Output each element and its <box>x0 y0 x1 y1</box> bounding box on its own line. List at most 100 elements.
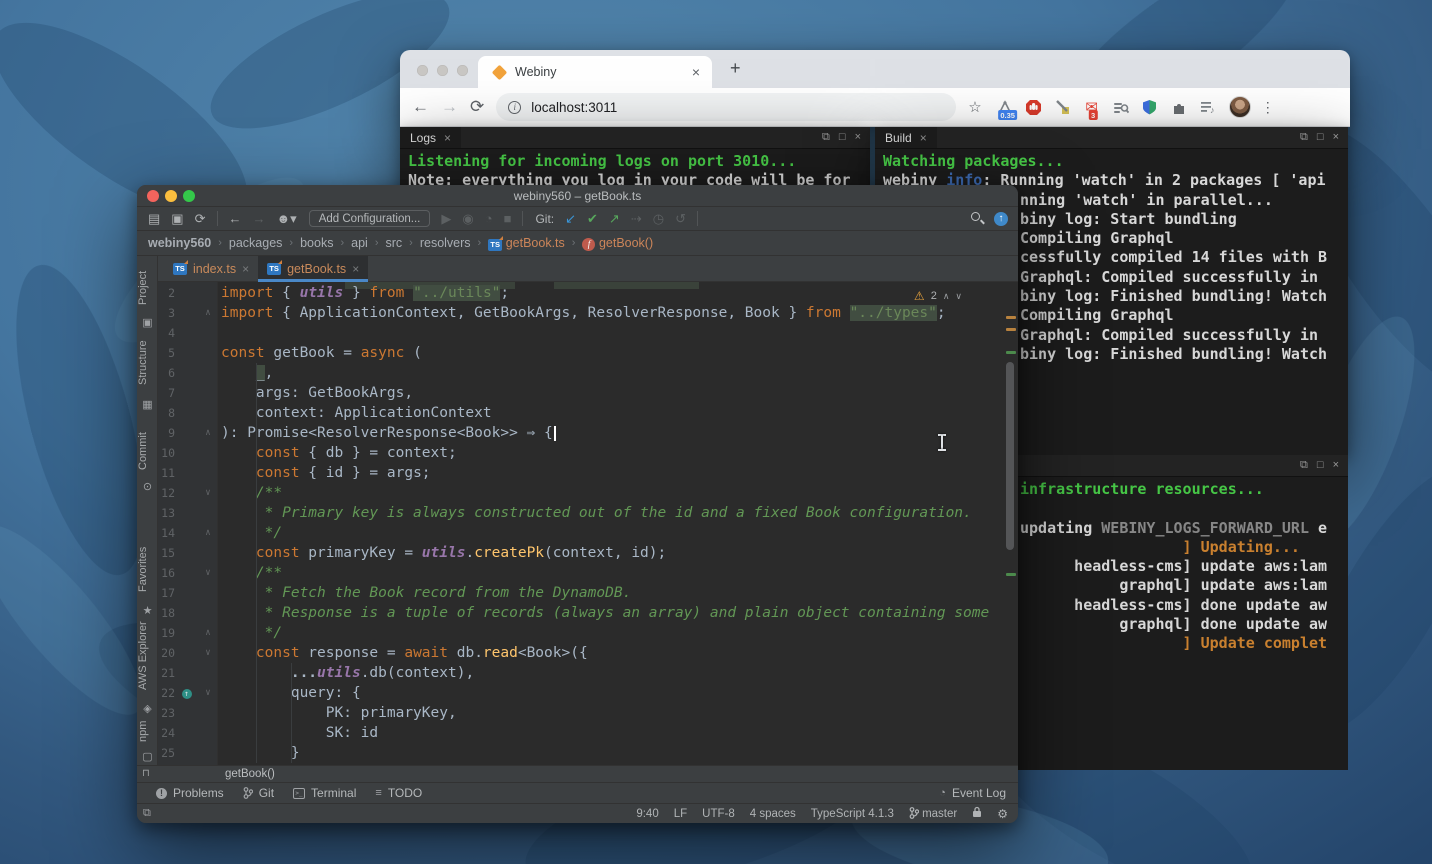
bookmark-star-icon[interactable]: ☆ <box>968 98 981 116</box>
next-warning-icon[interactable]: ∨ <box>955 291 962 302</box>
event-log-button[interactable]: ◔ Event Log <box>939 786 1006 800</box>
sidebar-item-aws-explorer[interactable]: AWS Explorer <box>137 614 158 698</box>
highlighting-level-icon[interactable]: ⚙ <box>997 807 1008 821</box>
meeting-timer-extension-icon[interactable]: 0.35 <box>996 98 1014 116</box>
window-minimize-button[interactable] <box>437 65 448 76</box>
site-info-icon[interactable]: i <box>508 101 521 114</box>
shield-extension-icon[interactable] <box>1141 98 1159 116</box>
reload-icon[interactable]: ⟳ <box>470 97 484 117</box>
tab-close-icon[interactable]: × <box>690 64 702 80</box>
window-zoom-button[interactable] <box>457 65 468 76</box>
logs-tab[interactable]: Logs × <box>400 127 461 148</box>
aws-explorer-icon[interactable]: ◈ <box>140 702 155 715</box>
session-search-extension-icon[interactable] <box>1112 98 1130 116</box>
editor-scrollbar[interactable] <box>1006 362 1014 550</box>
git-push-icon[interactable]: ↗ <box>609 211 620 227</box>
tab-close-icon[interactable]: × <box>352 262 359 276</box>
run-profile-icon[interactable]: ◔ <box>485 211 493 226</box>
breadcrumb-item-packages[interactable]: packages <box>229 236 283 250</box>
editor-tab-getBook.ts[interactable]: TSgetBook.ts× <box>258 256 368 281</box>
git-merge-icon[interactable]: ⇢ <box>631 211 642 227</box>
sidebar-item-commit[interactable]: Commit <box>137 426 158 476</box>
fold-marker[interactable]: ∧ <box>198 628 218 638</box>
forward-icon[interactable]: → <box>253 211 266 226</box>
fold-marker[interactable]: ∨ <box>198 648 218 658</box>
tab-close-icon[interactable]: × <box>242 262 249 276</box>
recursive-call-icon[interactable]: ↑ <box>182 689 192 699</box>
build-tab-close-icon[interactable]: × <box>920 131 927 145</box>
sync-icon[interactable]: ⟳ <box>195 211 206 227</box>
sidebar-item-project[interactable]: Project <box>137 264 158 312</box>
fold-marker[interactable]: ∨ <box>198 488 218 498</box>
warning-stripe-mark[interactable] <box>1006 316 1016 319</box>
structure-icon[interactable]: ▦ <box>140 398 155 411</box>
back-icon[interactable]: ← <box>412 97 429 117</box>
fold-marker[interactable]: ∨ <box>198 688 218 698</box>
sidebar-item-favorites[interactable]: Favorites <box>137 538 158 600</box>
toolwindow-button-terminal[interactable]: >_Terminal <box>293 786 356 800</box>
breadcrumb-function[interactable]: f getBook() <box>582 236 653 251</box>
add-configuration-button[interactable]: Add Configuration... <box>309 210 431 227</box>
puzzle-extensions-icon[interactable] <box>1170 98 1188 116</box>
maximize-icon[interactable]: □ <box>1317 459 1324 472</box>
browser-menu-icon[interactable]: ⋮ <box>1261 99 1275 116</box>
sidebar-item-npm[interactable]: npm <box>137 716 158 746</box>
maximize-icon[interactable]: □ <box>1317 131 1324 144</box>
debug-icon[interactable]: ◉ <box>462 211 473 227</box>
float-window-icon[interactable]: ⧉ <box>822 131 830 144</box>
stop-icon[interactable]: ■ <box>504 211 512 226</box>
run-icon[interactable]: ▶ <box>441 211 451 227</box>
save-icon[interactable]: ▣ <box>171 211 183 227</box>
commit-icon[interactable]: ⊙ <box>140 480 155 493</box>
fold-marker[interactable]: ∧ <box>198 308 218 318</box>
gmail-extension-icon[interactable]: ✉3 <box>1083 98 1101 116</box>
fold-marker[interactable]: ∧ <box>198 528 218 538</box>
git-update-icon[interactable]: ↙ <box>565 211 576 227</box>
ide-update-icon[interactable]: ↑ <box>994 212 1008 226</box>
status-typescript-version[interactable]: TypeScript 4.1.3 <box>811 808 894 820</box>
status-file-encoding[interactable]: UTF-8 <box>702 808 735 820</box>
status-git-branch[interactable]: master <box>909 807 957 820</box>
browser-tab[interactable]: Webiny × <box>478 56 712 88</box>
toolwindow-button-problems[interactable]: !Problems <box>156 786 224 800</box>
fold-marker[interactable]: ∧ <box>198 428 218 438</box>
breadcrumb-item-src[interactable]: src <box>385 236 402 250</box>
inspection-widget[interactable]: ⚠ 2 ∧ ∨ <box>914 289 962 303</box>
new-tab-button[interactable]: + <box>730 58 741 79</box>
toolwindow-toggle-icon[interactable]: ⧉ <box>143 807 151 820</box>
open-icon[interactable]: ▤ <box>148 211 160 227</box>
close-icon[interactable]: × <box>1333 459 1339 472</box>
git-commit-icon[interactable]: ✔ <box>587 211 598 227</box>
ide-titlebar[interactable]: webiny560 – getBook.ts <box>137 185 1018 207</box>
status-caret-position[interactable]: 9:40 <box>636 808 658 820</box>
breadcrumb-item-resolvers[interactable]: resolvers <box>420 236 471 250</box>
playlist-extension-icon[interactable]: ♪ <box>1199 98 1217 116</box>
breadcrumb-item-books[interactable]: books <box>300 236 333 250</box>
close-icon[interactable]: × <box>1333 131 1339 144</box>
code-editor[interactable]: 2import { utils } from "../utils";3∧impo… <box>158 282 1018 765</box>
project-icon[interactable]: ▣ <box>140 316 155 329</box>
sidebar-item-structure[interactable]: Structure <box>137 332 158 394</box>
close-icon[interactable]: × <box>855 131 861 144</box>
toolwindow-button-todo[interactable]: ≡TODO <box>375 786 422 800</box>
status-indent-style[interactable]: 4 spaces <box>750 808 796 820</box>
user-settings-icon[interactable]: ☻▾ <box>277 211 297 227</box>
fold-marker[interactable]: ∨ <box>198 568 218 578</box>
colorpicker-extension-icon[interactable] <box>1054 98 1072 116</box>
adblock-extension-icon[interactable] <box>1025 98 1043 116</box>
npm-icon[interactable]: ▢ <box>140 750 155 763</box>
editor-tab-index.ts[interactable]: TSindex.ts× <box>164 256 258 281</box>
build-tab[interactable]: Build × <box>875 127 937 148</box>
maximize-icon[interactable]: □ <box>839 131 846 144</box>
float-window-icon[interactable]: ⧉ <box>1300 131 1308 144</box>
status-line-separator[interactable]: LF <box>674 808 687 820</box>
forward-icon[interactable]: → <box>441 97 458 117</box>
toolwindow-button-git[interactable]: Git <box>243 786 274 800</box>
profile-avatar[interactable] <box>1229 96 1251 118</box>
breadcrumb-file[interactable]: TS getBook.ts <box>488 236 565 251</box>
search-everywhere-icon[interactable] <box>971 212 984 225</box>
history-icon[interactable]: ◷ <box>653 211 664 227</box>
breadcrumb-item-webiny560[interactable]: webiny560 <box>148 236 211 250</box>
logs-tab-close-icon[interactable]: × <box>444 131 451 145</box>
breadcrumb-item-api[interactable]: api <box>351 236 368 250</box>
